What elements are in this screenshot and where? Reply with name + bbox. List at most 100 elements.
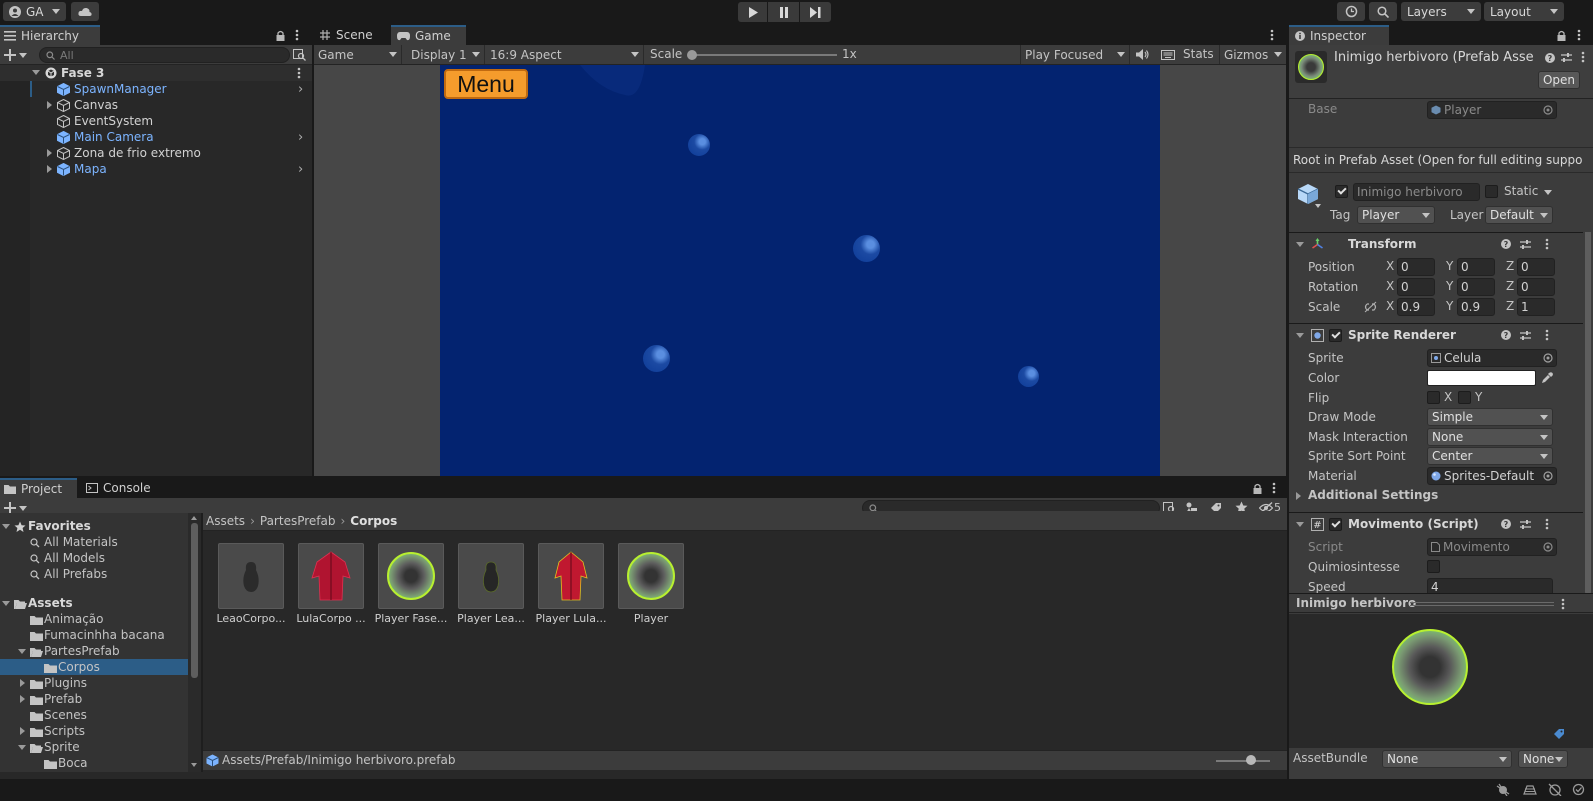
kebab-menu-icon[interactable]: [295, 29, 299, 41]
asset-tile[interactable]: LeaoCorpo...: [216, 543, 286, 629]
scroll-down-icon[interactable]: [191, 763, 197, 767]
lock-icon[interactable]: [276, 30, 285, 41]
folder-item[interactable]: Corpos: [0, 659, 188, 675]
draw-mode-dropdown[interactable]: Simple: [1427, 408, 1553, 426]
breadcrumb-corpos[interactable]: Corpos: [350, 514, 397, 528]
tab-scene[interactable]: Scene: [314, 25, 388, 45]
hierarchy-item[interactable]: Canvas: [0, 97, 312, 113]
expand-arrow-icon[interactable]: [32, 70, 40, 75]
movimento-header[interactable]: # Movimento (Script) ?: [1289, 512, 1593, 534]
flip-y-checkbox[interactable]: [1458, 391, 1471, 404]
expand-arrow-icon[interactable]: [20, 679, 25, 687]
menu-button[interactable]: Menu: [444, 69, 528, 99]
search-button[interactable]: [1369, 2, 1397, 21]
constrain-proportions-icon[interactable]: [1364, 301, 1377, 313]
lock-icon[interactable]: [1557, 30, 1566, 41]
folder-item[interactable]: PartesPrefab: [0, 643, 188, 659]
folder-item[interactable]: Animação: [0, 611, 188, 627]
scale-x-field[interactable]: 0.9: [1397, 298, 1435, 316]
eyedropper-icon[interactable]: [1541, 372, 1553, 384]
help-icon[interactable]: ?: [1501, 519, 1511, 529]
position-z-field[interactable]: 0: [1517, 258, 1555, 276]
favorite-search-item[interactable]: All Materials: [0, 534, 188, 550]
kebab-menu-icon[interactable]: [1577, 29, 1581, 41]
play-focused-dropdown[interactable]: Play Focused: [1020, 45, 1130, 64]
auto-generate-lighting-icon[interactable]: [1523, 783, 1537, 796]
assetbundle-variant-dropdown[interactable]: None: [1518, 750, 1568, 768]
expand-arrow-icon[interactable]: [1296, 522, 1304, 527]
icon-size-handle[interactable]: [1246, 755, 1256, 765]
kebab-menu-icon[interactable]: [1272, 482, 1276, 494]
folder-item[interactable]: Fumacinhha bacana: [0, 627, 188, 643]
sort-point-dropdown[interactable]: Center: [1427, 447, 1553, 465]
expand-arrow-icon[interactable]: [18, 745, 26, 750]
hierarchy-item[interactable]: Main Camera ›: [0, 129, 312, 145]
hierarchy-item[interactable]: EventSystem: [0, 113, 312, 129]
folder-item[interactable]: Boca: [0, 755, 188, 771]
asset-tile[interactable]: Player Fase...: [375, 543, 447, 629]
scale-z-field[interactable]: 1: [1517, 298, 1555, 316]
folder-item[interactable]: Scenes: [0, 707, 188, 723]
assetbundle-dropdown[interactable]: None: [1382, 750, 1512, 768]
kebab-menu-icon[interactable]: [1270, 29, 1274, 41]
settings-sliders-icon[interactable]: [1561, 52, 1572, 63]
preview-drag-handle[interactable]: [1410, 602, 1554, 606]
display-dropdown[interactable]: Display 1: [407, 45, 485, 64]
scale-slider-handle[interactable]: [687, 50, 697, 60]
hierarchy-item[interactable]: Mapa ›: [0, 161, 312, 177]
rotation-y-field[interactable]: 0: [1457, 278, 1495, 296]
chevron-down-icon[interactable]: [19, 53, 27, 58]
aspect-dropdown[interactable]: 16:9 Aspect: [486, 45, 644, 64]
kebab-menu-icon[interactable]: [1545, 329, 1549, 341]
layers-dropdown[interactable]: Layers: [1401, 2, 1481, 21]
status-refresh-icon[interactable]: [1572, 783, 1585, 796]
pause-button[interactable]: [768, 2, 799, 22]
tab-console[interactable]: Console: [82, 478, 162, 498]
tab-hierarchy[interactable]: Hierarchy: [0, 25, 100, 45]
game-mode-dropdown[interactable]: Game: [314, 45, 402, 64]
open-prefab-arrow-icon[interactable]: ›: [298, 82, 303, 97]
active-checkbox[interactable]: [1335, 185, 1348, 198]
tag-dropdown[interactable]: Player: [1357, 206, 1435, 224]
scene-row[interactable]: Fase 3: [0, 65, 312, 81]
folder-item[interactable]: Scripts: [0, 723, 188, 739]
play-button[interactable]: [738, 2, 767, 22]
game-viewport[interactable]: Menu: [440, 65, 1160, 476]
settings-sliders-icon[interactable]: [1520, 519, 1531, 530]
position-y-field[interactable]: 0: [1457, 258, 1495, 276]
static-checkbox[interactable]: [1485, 185, 1498, 198]
icon-size-slider[interactable]: [1216, 760, 1270, 762]
movimento-enabled-checkbox[interactable]: [1329, 518, 1342, 531]
open-prefab-arrow-icon[interactable]: ›: [298, 130, 303, 145]
tree-section-header[interactable]: Favorites: [0, 518, 188, 534]
mask-interaction-dropdown[interactable]: None: [1427, 428, 1553, 446]
expand-arrow-icon[interactable]: [1296, 242, 1304, 247]
sprite-field[interactable]: Celula: [1427, 349, 1557, 367]
layout-dropdown[interactable]: Layout: [1484, 2, 1564, 21]
account-dropdown[interactable]: GA: [3, 2, 66, 21]
tab-project[interactable]: Project: [0, 478, 77, 498]
expand-arrow-icon[interactable]: [47, 101, 52, 109]
settings-sliders-icon[interactable]: [1520, 239, 1531, 250]
favorite-search-item[interactable]: All Models: [0, 550, 188, 566]
expand-arrow-icon[interactable]: [20, 727, 25, 735]
expand-arrow-icon[interactable]: [2, 601, 10, 606]
expand-arrow-icon[interactable]: [2, 524, 10, 529]
history-button[interactable]: [1337, 2, 1365, 21]
kebab-menu-icon[interactable]: [297, 67, 301, 79]
plus-icon[interactable]: [4, 49, 16, 61]
debug-icon[interactable]: [1496, 783, 1510, 796]
help-icon[interactable]: ?: [1501, 239, 1511, 249]
additional-settings-row[interactable]: Additional Settings: [1289, 486, 1593, 506]
folder-item[interactable]: Prefab: [0, 691, 188, 707]
favorite-search-item[interactable]: All Prefabs: [0, 566, 188, 582]
rotation-z-field[interactable]: 0: [1517, 278, 1555, 296]
tab-game[interactable]: Game: [391, 25, 466, 45]
asset-tile[interactable]: Player Lula...: [536, 543, 606, 629]
preview-header[interactable]: Inimigo herbivoro: [1289, 593, 1593, 613]
expand-arrow-icon[interactable]: [20, 695, 25, 703]
layer-dropdown[interactable]: Default: [1485, 206, 1553, 224]
quimiosintesse-checkbox[interactable]: [1427, 560, 1440, 573]
hierarchy-item[interactable]: SpawnManager ›: [0, 81, 312, 97]
folder-item[interactable]: Plugins: [0, 675, 188, 691]
